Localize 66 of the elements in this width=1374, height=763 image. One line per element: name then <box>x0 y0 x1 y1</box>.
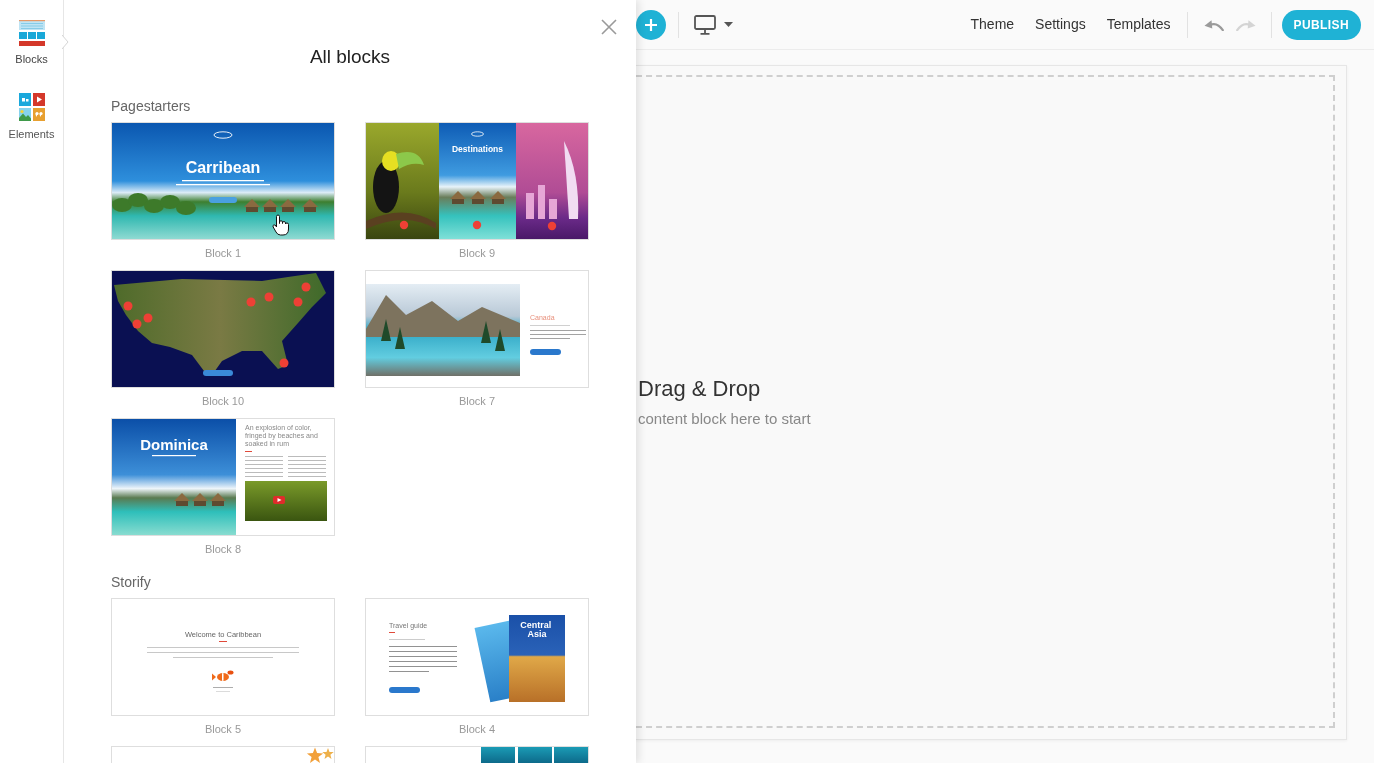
block-caption: Block 5 <box>204 722 242 736</box>
marker-icon <box>472 220 482 230</box>
block-thumbnail[interactable]: Carribean <box>111 122 335 240</box>
button-drawing <box>530 349 561 355</box>
preview-title: Carribean <box>185 159 261 176</box>
photo-placeholder <box>554 747 588 763</box>
text-lines-drawing <box>213 687 233 692</box>
close-icon <box>601 19 617 35</box>
drop-zone-title: Drag & Drop <box>638 375 761 402</box>
map-pin-icon <box>301 282 311 292</box>
toolbar-link[interactable]: Theme <box>970 16 1015 33</box>
panel-title: All blocks <box>309 45 391 68</box>
text-lines-drawing <box>152 455 196 457</box>
undo-button[interactable] <box>1203 18 1224 31</box>
toolbar-link[interactable]: Settings <box>1035 16 1086 33</box>
photo-placeholder <box>518 747 552 763</box>
block-thumbnail[interactable] <box>111 270 335 388</box>
logo-icon <box>213 131 233 139</box>
block-thumbnail[interactable]: Destinations <box>365 122 589 240</box>
map-pin-icon <box>293 297 303 307</box>
text-lines-drawing <box>389 632 457 672</box>
section-heading: Pagestarters <box>111 98 191 115</box>
close-button[interactable] <box>601 19 617 35</box>
redo-icon <box>1235 18 1256 31</box>
block-caption: Block 10 <box>201 394 245 408</box>
bungalows-drawing <box>450 191 506 204</box>
block-thumbnail[interactable] <box>365 746 589 763</box>
map-pin-icon <box>279 358 289 368</box>
marker-icon <box>399 220 409 230</box>
section-heading: Storify <box>111 574 151 591</box>
map-pin-icon <box>143 313 153 323</box>
map-pin-icon <box>264 292 274 302</box>
block-thumbnail[interactable] <box>111 746 335 763</box>
book-title: Central Asia <box>520 620 552 639</box>
marker-icon <box>547 221 557 231</box>
layout-blocks-icon <box>18 20 45 46</box>
text-lines-drawing <box>530 325 586 339</box>
block-caption: Block 7 <box>458 394 496 408</box>
caret-icon <box>724 22 733 27</box>
element-tiles-icon <box>18 93 45 121</box>
button-drawing <box>203 370 233 376</box>
sidebar-tab[interactable]: Elements <box>0 87 63 147</box>
block-caption: Block 8 <box>204 542 242 556</box>
button-drawing <box>389 687 420 693</box>
add-button[interactable] <box>636 9 666 40</box>
photo-placeholder <box>481 747 515 763</box>
preview-title: Dominica <box>140 436 208 453</box>
undo-icon <box>1203 18 1224 31</box>
fish-icon <box>212 670 234 681</box>
block-caption: Block 1 <box>204 246 242 260</box>
button-drawing <box>209 197 237 203</box>
bungalows-drawing <box>174 493 226 506</box>
device-button[interactable] <box>694 14 733 35</box>
map-pin-icon <box>132 319 142 329</box>
play-button-icon <box>273 496 285 504</box>
toolbar-link[interactable]: Templates <box>1106 16 1171 33</box>
plus-icon <box>645 18 657 31</box>
block-caption: Block 4 <box>458 722 496 736</box>
sidebar-tab[interactable]: Blocks <box>0 14 63 72</box>
map-pin-icon <box>246 297 256 307</box>
block-caption: Block 9 <box>458 246 496 260</box>
monitor-icon <box>694 14 716 35</box>
map-pin-icon <box>123 301 133 311</box>
drop-zone-hint: content block here to start <box>638 409 811 428</box>
preview-title: Destinations <box>452 144 503 154</box>
logo-icon <box>471 131 484 137</box>
